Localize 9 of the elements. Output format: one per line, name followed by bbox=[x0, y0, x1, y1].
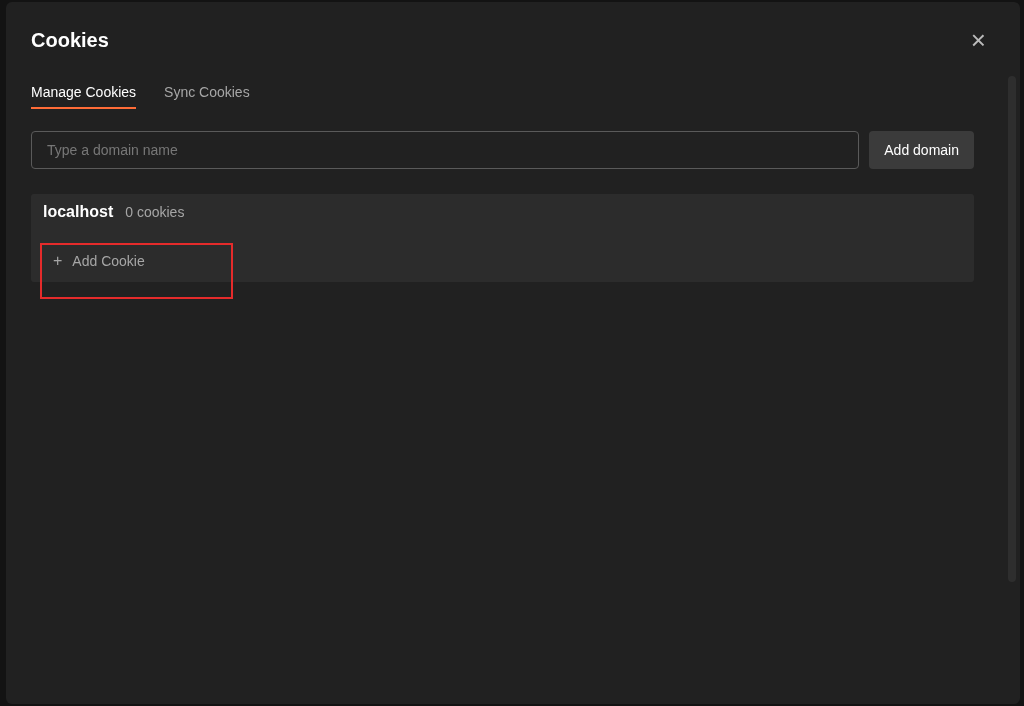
add-domain-button[interactable]: Add domain bbox=[869, 131, 974, 169]
domain-name: localhost bbox=[43, 203, 114, 221]
domain-input-field[interactable]: Type a domain name bbox=[31, 131, 860, 169]
tab[interactable]: Sync Cookies bbox=[164, 84, 250, 109]
dialog-title: Cookies bbox=[31, 28, 109, 52]
tab[interactable]: Manage Cookies bbox=[31, 84, 137, 109]
cookie-count: 0 cookies bbox=[125, 204, 185, 220]
close-button[interactable]: × bbox=[970, 28, 986, 52]
add-cookie-button[interactable]: + Add Cookie bbox=[43, 252, 145, 270]
